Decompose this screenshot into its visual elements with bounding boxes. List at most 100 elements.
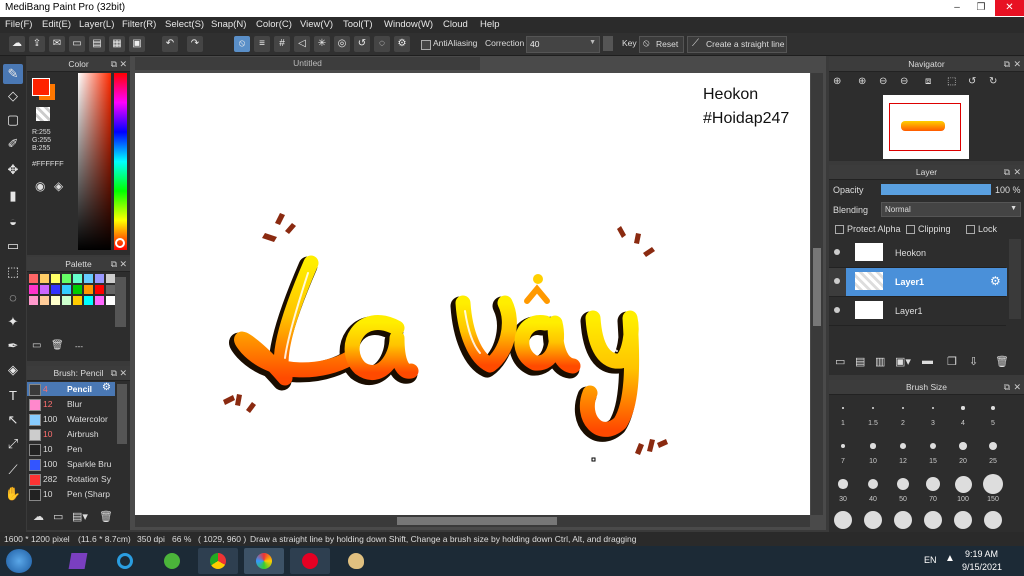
brush-item[interactable]: 100 Sparkle Bru — [27, 457, 115, 471]
brush-item[interactable]: 282 Rotation Sy — [27, 472, 115, 486]
palette-swatch[interactable] — [106, 274, 115, 283]
brush-item[interactable]: 4 Pencil ⚙ — [27, 382, 115, 396]
palette-swatch[interactable] — [73, 285, 82, 294]
lasso-brush-icon[interactable]: ✐ — [3, 134, 23, 154]
palette-swatch[interactable] — [62, 296, 71, 305]
brush-add-icon[interactable]: ▭ — [53, 510, 63, 523]
brush-size-dot[interactable] — [924, 511, 942, 529]
drawing-canvas[interactable]: Heokon #Hoidap247 — [135, 73, 810, 515]
menu-file[interactable]: File(F) — [5, 19, 32, 30]
close-panel-icon[interactable]: ✕ — [1013, 57, 1021, 71]
line-app-icon[interactable] — [152, 548, 192, 574]
folder-icon[interactable]: ▬ — [922, 355, 933, 367]
brush-size-dot[interactable] — [842, 407, 844, 409]
visibility-icon[interactable] — [834, 307, 840, 313]
zoom-out-icon[interactable]: ⊖ — [879, 76, 887, 87]
brush-size-dot[interactable] — [870, 443, 876, 449]
text-tool-icon[interactable]: T — [3, 386, 23, 406]
vertical-scrollbar[interactable] — [811, 73, 823, 515]
palette-swatch[interactable] — [29, 285, 38, 294]
brush-size-dot[interactable] — [983, 474, 1003, 494]
palette-swatch[interactable] — [106, 285, 115, 294]
fill-tool-icon[interactable]: ▮ — [3, 186, 23, 206]
close-panel-icon[interactable]: ✕ — [1013, 380, 1021, 394]
palette-scrollbar[interactable] — [115, 277, 126, 327]
layer-row-selected[interactable]: Layer1 ⚙ — [829, 268, 1007, 297]
vertical-scroll-thumb[interactable] — [813, 248, 821, 326]
brush-size-dot[interactable] — [954, 475, 972, 493]
palette-swatch[interactable] — [62, 285, 71, 294]
settings-snap-icon[interactable]: ⚙ — [394, 36, 410, 52]
palette-swatch[interactable] — [106, 296, 115, 305]
brush-size-dot[interactable] — [991, 406, 995, 410]
palette-swatch[interactable] — [29, 296, 38, 305]
add-palette-icon[interactable]: ▭ — [32, 340, 41, 351]
brush-size-dot[interactable] — [896, 477, 909, 490]
duplicate-layer-icon[interactable]: ❐ — [947, 355, 957, 368]
transparent-swatch[interactable] — [36, 107, 50, 121]
undo-icon[interactable]: ↶ — [162, 36, 178, 52]
menu-cloud[interactable]: Cloud — [443, 19, 468, 30]
brush-size-dot[interactable] — [867, 478, 879, 490]
hue-slider[interactable] — [114, 73, 127, 250]
lock-checkbox[interactable] — [966, 225, 975, 234]
new-halftone-layer-icon[interactable]: ▤ — [855, 355, 865, 368]
brush-size-dot[interactable] — [959, 442, 967, 450]
horizontal-scrollbar[interactable] — [135, 515, 810, 527]
menu-select[interactable]: Select(S) — [165, 19, 204, 30]
radial-snap-icon[interactable]: ✳ — [314, 36, 330, 52]
ellipse-snap-icon[interactable]: ◌ — [374, 36, 390, 52]
document-tab[interactable]: Untitled — [135, 57, 480, 70]
comment-icon[interactable]: ✉ — [49, 36, 65, 52]
brush-size-dot[interactable] — [871, 406, 875, 410]
menu-view[interactable]: View(V) — [300, 19, 333, 30]
menu-help[interactable]: Help — [480, 19, 500, 30]
eyedropper-icon[interactable]: ⤢ — [3, 434, 23, 454]
export-icon[interactable]: ▦ — [109, 36, 125, 52]
clock-time[interactable]: 9:19 AM — [965, 549, 998, 559]
reset-button[interactable]: ⦸ Reset — [639, 36, 684, 53]
new-layer-icon[interactable]: ▭ — [835, 355, 845, 368]
close-panel-icon[interactable]: ✕ — [119, 57, 127, 71]
palette-swatch[interactable] — [95, 274, 104, 283]
palette-swatch[interactable] — [29, 274, 38, 283]
close-icon[interactable]: ✕ — [995, 0, 1024, 16]
brush-size-dot[interactable] — [931, 406, 935, 410]
popout-icon[interactable]: ⧉ — [111, 366, 117, 380]
hand-tool-icon[interactable]: ✋ — [3, 484, 23, 504]
curve-snap-icon[interactable]: ↺ — [354, 36, 370, 52]
parallel-snap-icon[interactable]: ≡ — [254, 36, 270, 52]
palette-swatch[interactable] — [84, 274, 93, 283]
pinterest-icon[interactable] — [290, 548, 330, 574]
brush-item[interactable]: 10 Pen — [27, 442, 115, 456]
layer-scrollbar[interactable] — [1009, 239, 1021, 319]
brush-size-dot[interactable] — [840, 443, 846, 449]
restore-icon[interactable]: ❐ — [968, 0, 994, 16]
palette-swatch[interactable] — [51, 274, 60, 283]
brush-size-dot[interactable] — [900, 443, 906, 449]
actual-size-icon[interactable]: ⬚ — [947, 76, 956, 87]
correction-select[interactable]: 40 ▼ — [526, 36, 600, 53]
new-8bit-layer-icon[interactable]: ▥ — [875, 355, 885, 368]
palette-swatch[interactable] — [73, 296, 82, 305]
straight-line-button[interactable]: ⟋ Create a straight line — [687, 36, 787, 53]
popout-icon[interactable]: ⧉ — [1004, 57, 1010, 71]
popout-icon[interactable]: ⧉ — [1004, 380, 1010, 394]
menu-edit[interactable]: Edit(E) — [42, 19, 71, 30]
zoom-in-alt-icon[interactable]: ⊕ — [858, 76, 866, 87]
palette-swatch[interactable] — [95, 285, 104, 294]
cloud-icon[interactable]: ☁ — [9, 36, 25, 52]
zoom-out-alt-icon[interactable]: ⊖ — [900, 76, 908, 87]
protect-alpha-checkbox[interactable] — [835, 225, 844, 234]
palette-swatch[interactable] — [40, 296, 49, 305]
grid-snap-icon[interactable]: # — [274, 36, 290, 52]
palette-swatch[interactable] — [84, 285, 93, 294]
operation-tool-icon[interactable]: ↖ — [3, 410, 23, 430]
internet-explorer-icon[interactable] — [105, 548, 145, 574]
redo-icon[interactable]: ↷ — [187, 36, 203, 52]
select-eraser-icon[interactable]: ◈ — [3, 360, 23, 380]
magic-wand-icon[interactable]: ✦ — [3, 312, 23, 332]
palette-swatch[interactable] — [62, 274, 71, 283]
visibility-icon[interactable] — [834, 278, 840, 284]
brush-item[interactable]: 100 Watercolor — [27, 412, 115, 426]
